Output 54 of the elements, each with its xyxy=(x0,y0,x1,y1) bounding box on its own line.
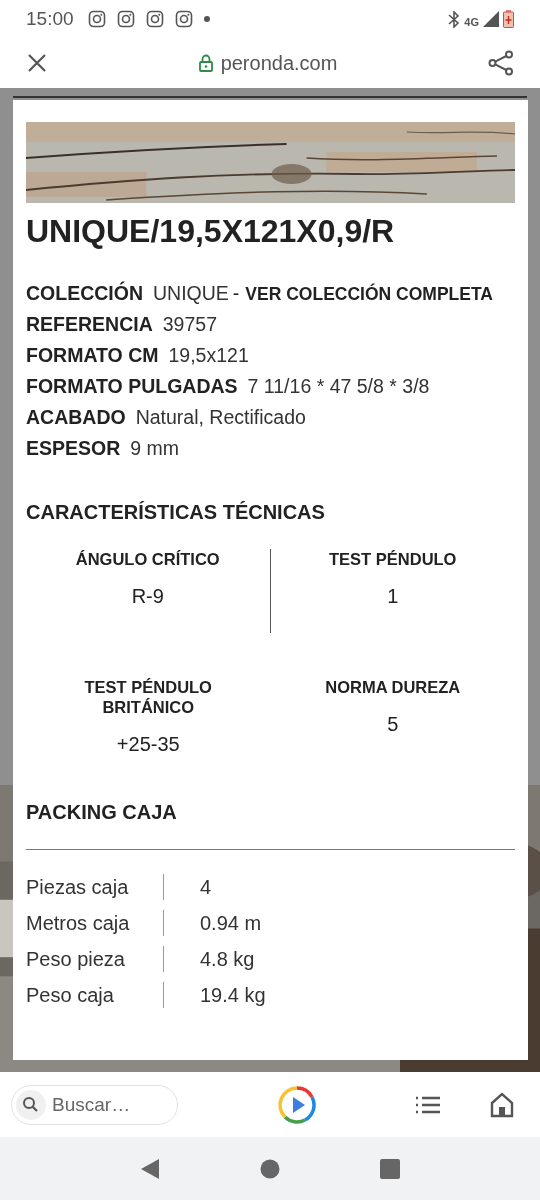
feature-label: NORMA DUREZA xyxy=(324,677,462,697)
back-button[interactable] xyxy=(140,1157,160,1180)
separator-text: - xyxy=(232,281,240,306)
spec-label: FORMATO PULGADAS xyxy=(26,374,238,399)
close-button[interactable] xyxy=(26,52,48,74)
product-title: UNIQUE/19,5X121X0,9/R xyxy=(26,212,396,251)
spec-label: ESPESOR xyxy=(26,436,121,461)
bluetooth-icon xyxy=(448,10,461,28)
spec-value: 9 mm xyxy=(130,436,180,461)
search-field[interactable]: Buscar… xyxy=(11,1084,178,1125)
camera-icon xyxy=(145,10,164,28)
packing-value: 0.94 m xyxy=(200,911,262,936)
spec-value: 19,5x121 xyxy=(168,343,249,368)
home-button[interactable] xyxy=(489,1091,515,1118)
lock-icon xyxy=(198,54,213,72)
feature-label: TEST PÉNDULO xyxy=(328,549,458,569)
camera-icon xyxy=(87,10,106,28)
spec-value: UNIQUE xyxy=(153,281,229,306)
feature-value: 5 xyxy=(387,712,399,737)
camera-icon xyxy=(174,10,193,28)
recents-button[interactable] xyxy=(380,1158,400,1179)
spec-label: COLECCIÓN xyxy=(26,280,143,306)
packing-label: Peso pieza xyxy=(26,947,126,972)
spec-value: 39757 xyxy=(162,312,217,337)
section-heading: CARACTERÍSTICAS TÉCNICAS xyxy=(26,500,326,525)
home-nav-button[interactable] xyxy=(260,1158,280,1179)
dot-icon xyxy=(203,16,210,22)
search-icon xyxy=(16,1089,46,1120)
packing-label: Piezas caja xyxy=(26,875,130,900)
camera-icon xyxy=(116,10,135,28)
battery-icon xyxy=(503,10,514,28)
packing-value: 4 xyxy=(200,875,212,900)
network-label: 4G xyxy=(464,14,479,30)
spec-label: REFERENCIA xyxy=(26,312,153,337)
packing-label: Metros caja xyxy=(26,911,131,936)
status-time: 15:00 xyxy=(26,6,74,31)
feature-label: ÁNGULO CRÍTICO xyxy=(74,549,221,569)
spec-label: FORMATO CM xyxy=(26,343,159,368)
feature-value: R-9 xyxy=(131,584,164,609)
spec-value: 7 11/16 * 47 5/8 * 3/8 xyxy=(247,374,430,399)
section-heading: PACKING CAJA xyxy=(26,800,178,825)
packing-value: 19.4 kg xyxy=(200,983,266,1008)
spec-label: ACABADO xyxy=(26,405,126,430)
url-text[interactable]: peronda.com xyxy=(220,48,338,78)
signal-icon xyxy=(483,11,499,27)
feature-label: TEST PÉNDULO BRITÁNICO xyxy=(83,677,213,717)
play-button[interactable] xyxy=(276,1084,317,1125)
spec-value: Natural, Rectificado xyxy=(135,405,306,430)
packing-label: Peso caja xyxy=(26,983,115,1008)
feature-value: 1 xyxy=(387,584,399,609)
feature-value: +25-35 xyxy=(116,732,180,757)
collection-link[interactable]: VER COLECCIÓN COMPLETA xyxy=(245,281,493,308)
share-button[interactable] xyxy=(488,50,514,76)
packing-value: 4.8 kg xyxy=(200,947,255,972)
